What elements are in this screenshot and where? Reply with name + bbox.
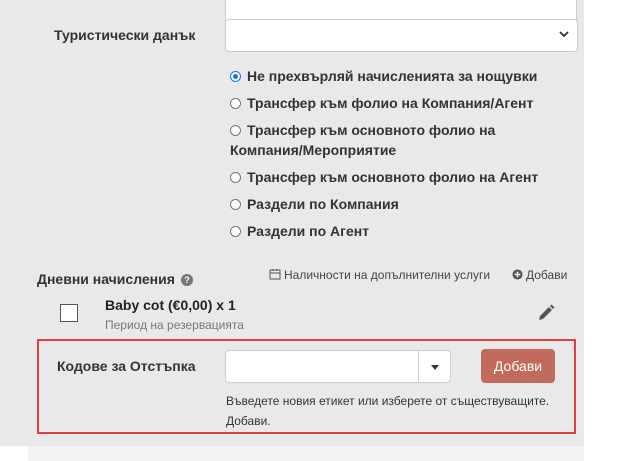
discount-code-hint: Въведете новия етикет или изберете от съ… [226,394,550,428]
plus-circle-icon [512,269,523,280]
transfer-option-3[interactable]: Трансфер към основното фолио на Агент [230,167,550,187]
daily-charges-label: Дневни начисления [37,271,175,287]
panel-footer [28,446,584,461]
pencil-icon[interactable] [536,303,556,323]
add-daily-charge-link[interactable]: Добави [512,268,567,282]
radio-button[interactable] [230,199,241,210]
transfer-option-4[interactable]: Раздели по Компания [230,194,550,214]
caret-down-icon [431,365,439,370]
daily-charge-title: Baby cot (€0,00) x 1 [105,297,236,313]
service-availability-link[interactable]: Наличности на допълнителни услуги [269,268,490,282]
radio-button[interactable] [230,226,241,237]
tourist-tax-select[interactable] [225,19,578,52]
discount-codes-label: Кодове за Отстъпка [57,358,196,374]
radio-button[interactable] [230,172,241,183]
tourist-tax-label: Туристически данък [54,27,196,43]
discount-code-input[interactable] [225,350,418,383]
daily-charge-checkbox[interactable] [60,304,78,322]
daily-charge-period: Период на резервацията [105,318,244,332]
reservation-form-panel: Туристически данък Не прехвърляй начисле… [0,0,584,446]
radio-button[interactable] [230,125,241,136]
transfer-option-5[interactable]: Раздели по Агент [230,221,550,241]
add-discount-button[interactable]: Добави [481,349,555,383]
radio-button[interactable] [230,98,241,109]
chevron-down-icon [559,31,569,38]
radio-button[interactable] [230,71,241,82]
discount-code-dropdown-toggle[interactable] [418,350,451,383]
transfer-option-1[interactable]: Трансфер към фолио на Компания/Агент [230,93,550,113]
calendar-icon [269,269,281,280]
transfer-option-2[interactable]: Трансфер към основното фолио на Компания… [230,120,530,160]
question-circle-icon[interactable]: ? [181,274,193,286]
transfer-option-0[interactable]: Не прехвърляй начисленията за нощувки [230,66,550,86]
